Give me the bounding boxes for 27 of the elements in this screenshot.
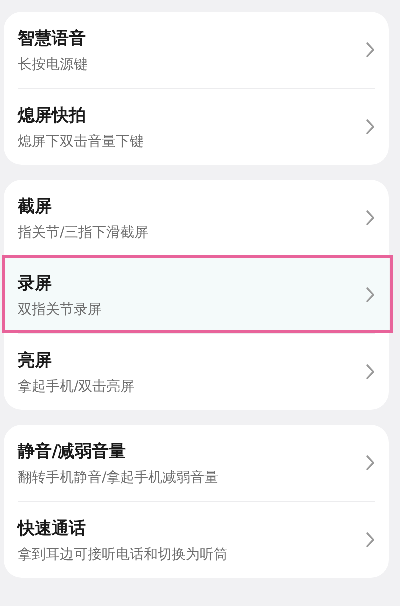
settings-row[interactable]: 静音/减弱音量 翻转手机静音/拿起手机减弱音量 xyxy=(18,425,375,501)
chevron-icon xyxy=(366,119,375,135)
row-subtitle: 指关节/三指下滑截屏 xyxy=(18,224,150,242)
settings-row[interactable]: 智慧语音 长按电源键 xyxy=(18,12,375,88)
chevron-icon xyxy=(366,210,375,226)
row-title: 熄屏快拍 xyxy=(18,104,87,126)
row-subtitle: 拿起手机/双击亮屏 xyxy=(18,378,136,396)
chevron-icon xyxy=(366,532,375,548)
row-title: 录屏 xyxy=(18,272,53,294)
row-subtitle: 双指关节录屏 xyxy=(18,300,103,318)
chevron-icon xyxy=(366,42,375,58)
settings-row[interactable]: 快速通话 拿到耳边可接听电话和切换为听筒 xyxy=(18,501,375,578)
settings-row[interactable]: 亮屏 拿起手机/双击亮屏 xyxy=(18,333,375,410)
row-title: 截屏 xyxy=(18,196,53,218)
row-title: 快速通话 xyxy=(18,518,87,540)
row-subtitle: 拿到耳边可接听电话和切换为听筒 xyxy=(18,546,229,564)
settings-row[interactable]: 截屏 指关节/三指下滑截屏 xyxy=(18,180,375,256)
row-subtitle: 长按电源键 xyxy=(18,56,89,74)
row-subtitle: 翻转手机静音/拿起手机减弱音量 xyxy=(18,468,220,486)
chevron-icon xyxy=(366,287,375,303)
row-title: 智慧语音 xyxy=(18,28,87,50)
chevron-icon xyxy=(366,455,375,471)
row-title: 亮屏 xyxy=(18,350,53,372)
chevron-icon xyxy=(366,364,375,380)
settings-row[interactable]: 熄屏快拍 熄屏下双击音量下键 xyxy=(18,88,375,165)
row-title: 静音/减弱音量 xyxy=(18,440,128,462)
row-subtitle: 熄屏下双击音量下键 xyxy=(18,132,145,150)
